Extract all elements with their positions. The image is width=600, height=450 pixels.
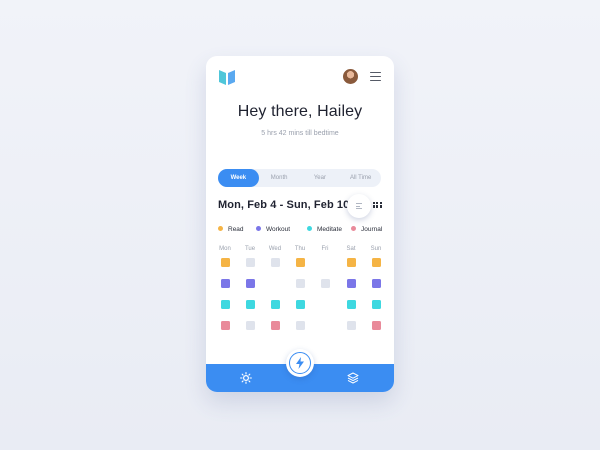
habit-cell-workout-fri[interactable] — [320, 279, 330, 288]
habit-cell-journal-tue[interactable] — [245, 321, 255, 330]
bedtime-countdown: 5 hrs 42 mins till bedtime — [261, 130, 339, 137]
day-label: Wed — [268, 246, 282, 252]
lightning-icon — [296, 357, 304, 369]
habit-cell-meditate-sat[interactable] — [346, 300, 356, 309]
tab-year[interactable]: Year — [300, 169, 341, 187]
legend-item-workout: Workout — [256, 225, 291, 233]
fab-ring — [289, 352, 311, 374]
sun-icon[interactable] — [240, 372, 252, 384]
habit-cell-meditate-thu[interactable] — [295, 300, 305, 309]
day-label: Sun — [370, 246, 382, 252]
legend-label: Meditate — [317, 226, 342, 233]
legend-dot — [307, 225, 312, 231]
day-label: Sat — [346, 246, 356, 252]
habit-cell-read-sat[interactable] — [346, 258, 356, 267]
legend-dot — [351, 225, 356, 231]
day-label: Fri — [321, 246, 329, 252]
habit-cell-workout-sat[interactable] — [346, 279, 356, 288]
grid-view-icon[interactable] — [373, 202, 382, 209]
habit-cell-read-mon[interactable] — [220, 258, 230, 267]
habit-cell-journal-sun[interactable] — [371, 321, 381, 330]
legend-item-meditate: Meditate — [307, 225, 342, 233]
habit-cell-read-tue[interactable] — [245, 258, 255, 267]
user-avatar[interactable] — [343, 69, 358, 84]
habit-cell-meditate-sun[interactable] — [371, 300, 381, 309]
habit-cell-meditate-tue[interactable] — [245, 300, 255, 309]
habit-tracker-grid — [218, 258, 388, 338]
legend-item-journal: Journal — [351, 225, 383, 233]
habit-cell-meditate-mon[interactable] — [220, 300, 230, 309]
layers-icon[interactable] — [347, 372, 359, 384]
habit-cell-read-thu[interactable] — [295, 258, 305, 267]
legend-item-read: Read — [218, 225, 244, 233]
habit-cell-read-sun[interactable] — [371, 258, 381, 267]
habit-legend: Read Workout Meditate Journal — [218, 225, 388, 236]
quick-action-button[interactable] — [286, 349, 314, 377]
habit-cell-workout-mon[interactable] — [220, 279, 230, 288]
day-label: Thu — [294, 246, 306, 252]
habit-cell-workout-tue[interactable] — [245, 279, 255, 288]
tab-month[interactable]: Month — [259, 169, 300, 187]
habit-cell-journal-wed[interactable] — [270, 321, 280, 330]
habit-cell-workout-sun[interactable] — [371, 279, 381, 288]
greeting-title: Hey there, Hailey — [237, 103, 363, 120]
tab-all-time[interactable]: All Time — [340, 169, 381, 187]
legend-label: Workout — [266, 226, 291, 233]
tab-week[interactable]: Week — [218, 169, 259, 187]
weekday-header: Mon Tue Wed Thu Fri Sat Sun — [218, 246, 388, 254]
book-icon[interactable] — [218, 68, 236, 86]
legend-dot — [256, 225, 261, 231]
period-tabs: Week Month Year All Time — [218, 169, 381, 187]
date-range-title: Mon, Feb 4 - Sun, Feb 10 — [218, 199, 350, 211]
background: Hey there, Hailey 5 hrs 42 mins till bed… — [0, 0, 600, 450]
habit-cell-journal-mon[interactable] — [220, 321, 230, 330]
habit-cell-journal-thu[interactable] — [295, 321, 305, 330]
day-label: Mon — [219, 246, 231, 252]
day-label: Tue — [244, 246, 256, 252]
hamburger-menu-icon[interactable] — [370, 72, 381, 81]
legend-label: Read — [228, 226, 244, 233]
legend-label: Journal — [361, 226, 383, 233]
habit-cell-read-wed[interactable] — [270, 258, 280, 267]
legend-dot — [218, 225, 223, 231]
habit-cell-journal-sat[interactable] — [346, 321, 356, 330]
app-card: Hey there, Hailey 5 hrs 42 mins till bed… — [206, 56, 394, 392]
list-view-icon[interactable] — [347, 194, 371, 218]
habit-cell-workout-thu[interactable] — [295, 279, 305, 288]
habit-cell-meditate-wed[interactable] — [270, 300, 280, 309]
